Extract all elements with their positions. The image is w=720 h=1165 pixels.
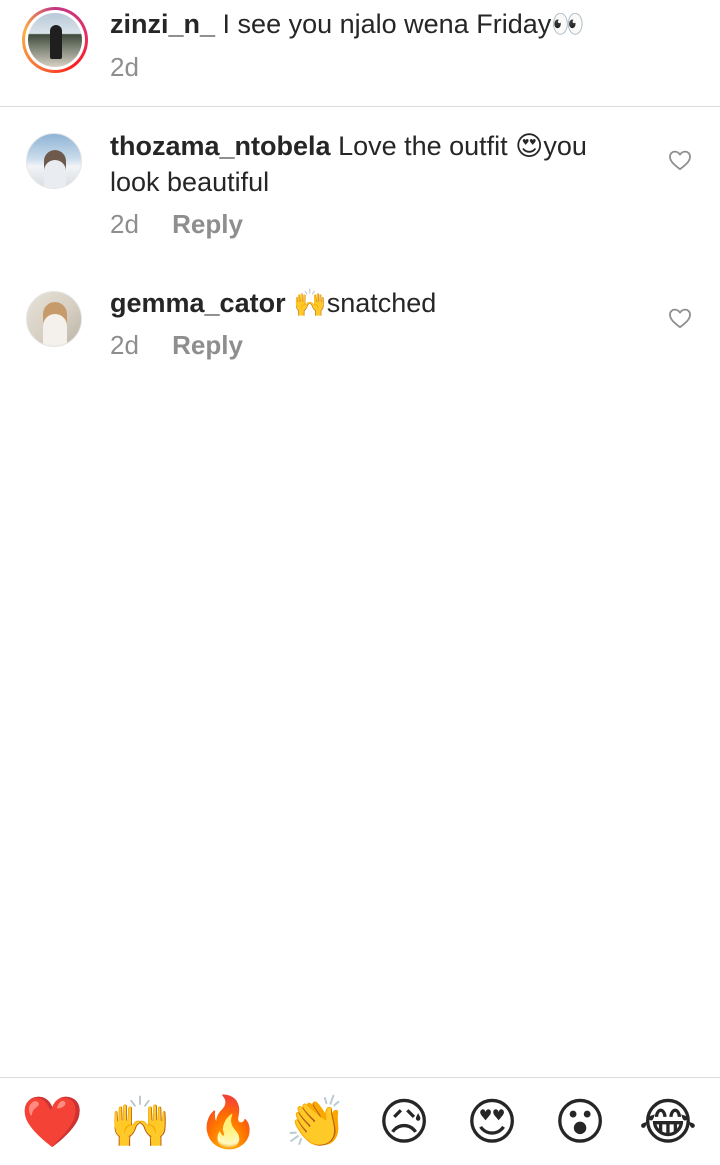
emoji-tears-of-joy-face[interactable]: 😂 [637,1091,699,1153]
comment-avatar[interactable] [26,291,82,347]
emoji-raising-hands[interactable]: 🙌 [109,1091,171,1153]
reply-button[interactable]: Reply [172,330,243,360]
comment-text-block: gemma_cator 🙌snatched [110,285,610,321]
caption-avatar-story-ring[interactable] [22,7,88,73]
comment-meta: 2d Reply [110,209,243,240]
caption-text-block: zinzi_n_ I see you njalo wena Friday👀 [110,6,610,42]
comment-text: 🙌snatched [293,288,437,318]
comment-username[interactable]: thozama_ntobela [110,131,331,161]
caption-time: 2d [110,52,139,82]
post-caption: zinzi_n_ I see you njalo wena Friday👀 2d [0,0,720,107]
caption-username[interactable]: zinzi_n_ [110,9,215,39]
emoji-heart-eyes-face[interactable]: 😍 [461,1091,523,1153]
comment-time: 2d [110,330,139,360]
emoji-sad-relieved-face[interactable]: 😥 [373,1091,435,1153]
heart-outline-icon[interactable] [668,149,692,171]
heart-outline-icon[interactable] [668,307,692,329]
emoji-red-heart[interactable]: ❤️ [21,1091,83,1153]
emoji-fire[interactable]: 🔥 [197,1091,259,1153]
reply-button[interactable]: Reply [172,209,243,239]
comment-meta: 2d Reply [110,330,243,361]
comment-text-block: thozama_ntobela Love the outfit 😍you loo… [110,128,610,200]
caption-meta: 2d [110,52,139,83]
comment-time: 2d [110,209,139,239]
caption-avatar [28,13,82,67]
emoji-reaction-bar: ❤️ 🙌 🔥 👏 😥 😍 😮 😂 [0,1077,720,1165]
emoji-clapping-hands[interactable]: 👏 [285,1091,347,1153]
comment-username[interactable]: gemma_cator [110,288,286,318]
comment-avatar[interactable] [26,133,82,189]
caption-text: I see you njalo wena Friday👀 [222,9,585,39]
emoji-open-mouth-face[interactable]: 😮 [549,1091,611,1153]
